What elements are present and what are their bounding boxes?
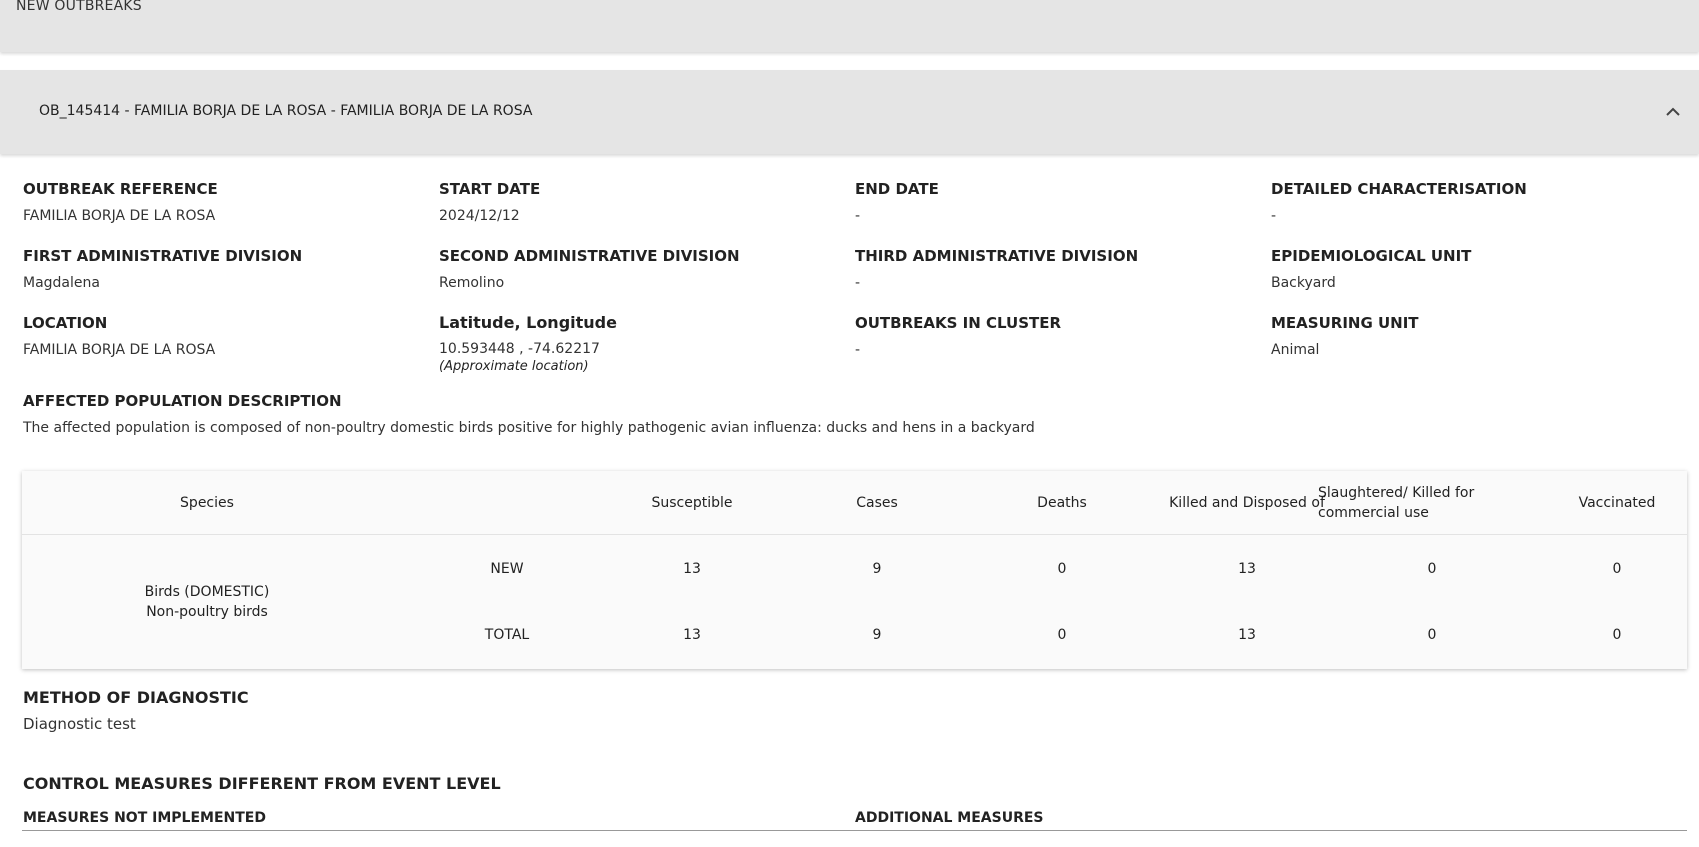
lat-long-label: Latitude, Longitude	[439, 313, 617, 332]
outbreak-accordion-header[interactable]: OB_145414 - FAMILIA BORJA DE LA ROSA - F…	[0, 70, 1699, 154]
outbreaks-in-cluster-field: OUTBREAKS IN CLUSTER -	[855, 314, 1061, 358]
section-title: NEW OUTBREAKS	[16, 0, 142, 14]
cell-susceptible: 13	[683, 561, 701, 577]
control-measures-title: CONTROL MEASURES DIFFERENT FROM EVENT LE…	[23, 774, 501, 793]
epidemiological-unit-value: Backyard	[1271, 275, 1336, 291]
location-value: FAMILIA BORJA DE LA ROSA	[23, 342, 216, 358]
new-outbreaks-section-header[interactable]: NEW OUTBREAKS	[0, 0, 1699, 52]
measuring-unit-value: Animal	[1271, 342, 1320, 358]
chevron-up-icon[interactable]	[1663, 102, 1683, 122]
cell-deaths: 0	[1057, 627, 1067, 643]
measuring-unit-field: MEASURING UNIT Animal	[1271, 314, 1419, 358]
cell-vaccinated: 0	[1612, 627, 1622, 643]
header-species: Species	[180, 495, 234, 511]
measures-not-implemented-field: MEASURES NOT IMPLEMENTED	[23, 810, 266, 826]
cell-susceptible: 13	[683, 627, 701, 643]
row-type: TOTAL	[484, 627, 530, 643]
affected-population-label: AFFECTED POPULATION DESCRIPTION	[23, 392, 342, 410]
first-admin-division-value: Magdalena	[23, 275, 100, 291]
species-table: Species Susceptible Cases Deaths Killed …	[22, 471, 1687, 669]
method-of-diagnostic-label: METHOD OF DIAGNOSTIC	[23, 688, 249, 707]
header-slaughtered: Slaughtered/ Killed for commercial use	[1318, 485, 1475, 521]
outbreaks-in-cluster-label: OUTBREAKS IN CLUSTER	[855, 314, 1062, 332]
method-of-diagnostic-field: METHOD OF DIAGNOSTIC Diagnostic test	[23, 688, 249, 733]
end-date-value: -	[855, 208, 861, 224]
third-admin-division-field: THIRD ADMINISTRATIVE DIVISION -	[855, 247, 1138, 291]
location-field: LOCATION FAMILIA BORJA DE LA ROSA	[23, 314, 215, 358]
measures-not-implemented-label: MEASURES NOT IMPLEMENTED	[23, 810, 266, 826]
second-admin-division-value: Remolino	[439, 275, 505, 291]
affected-population-value: The affected population is composed of n…	[23, 420, 1035, 436]
detailed-characterisation-field: DETAILED CHARACTERISATION -	[1271, 180, 1527, 224]
second-admin-division-label: SECOND ADMINISTRATIVE DIVISION	[439, 247, 740, 265]
species-name-cell: Birds (DOMESTIC) Non-poultry birds	[22, 582, 392, 622]
first-admin-division-label: FIRST ADMINISTRATIVE DIVISION	[23, 247, 303, 265]
outbreak-reference-label: OUTBREAK REFERENCE	[23, 180, 218, 198]
location-label: LOCATION	[23, 314, 108, 332]
species-line-2: Non-poultry birds	[146, 604, 268, 620]
outbreak-title: OB_145414 - FAMILIA BORJA DE LA ROSA - F…	[39, 103, 533, 119]
control-measures-section: CONTROL MEASURES DIFFERENT FROM EVENT LE…	[23, 774, 501, 793]
end-date-label: END DATE	[855, 180, 939, 198]
divider	[22, 830, 1687, 831]
cell-killed: 13	[1238, 561, 1256, 577]
lat-long-field: Latitude, Longitude 10.593448 , -74.6221…	[439, 313, 617, 374]
epidemiological-unit-field: EPIDEMIOLOGICAL UNIT Backyard	[1271, 247, 1471, 291]
first-admin-division-field: FIRST ADMINISTRATIVE DIVISION Magdalena	[23, 247, 302, 291]
cell-vaccinated: 0	[1612, 561, 1622, 577]
cell-killed: 13	[1238, 627, 1256, 643]
measuring-unit-label: MEASURING UNIT	[1271, 314, 1419, 332]
affected-population-field: AFFECTED POPULATION DESCRIPTION The affe…	[23, 392, 1035, 436]
detailed-characterisation-value: -	[1271, 208, 1277, 224]
additional-measures-field: ADDITIONAL MEASURES	[855, 810, 1044, 826]
cell-slaughtered: 0	[1427, 561, 1437, 577]
row-type: NEW	[490, 561, 524, 577]
third-admin-division-value: -	[855, 275, 861, 291]
lat-long-value: 10.593448 , -74.62217	[439, 341, 600, 357]
cell-deaths: 0	[1057, 561, 1067, 577]
end-date-field: END DATE -	[855, 180, 939, 224]
approximate-location-note: (Approximate location)	[439, 359, 589, 374]
third-admin-division-label: THIRD ADMINISTRATIVE DIVISION	[855, 247, 1139, 265]
start-date-value: 2024/12/12	[439, 208, 520, 224]
outbreaks-in-cluster-value: -	[855, 342, 861, 358]
method-of-diagnostic-value: Diagnostic test	[23, 715, 136, 733]
second-admin-division-field: SECOND ADMINISTRATIVE DIVISION Remolino	[439, 247, 740, 291]
outbreak-reference-value: FAMILIA BORJA DE LA ROSA	[23, 208, 216, 224]
start-date-field: START DATE 2024/12/12	[439, 180, 540, 224]
detailed-characterisation-label: DETAILED CHARACTERISATION	[1271, 180, 1527, 198]
start-date-label: START DATE	[439, 180, 541, 198]
cell-slaughtered: 0	[1427, 627, 1437, 643]
outbreak-reference-field: OUTBREAK REFERENCE FAMILIA BORJA DE LA R…	[23, 180, 218, 224]
table-header-row: Species Susceptible Cases Deaths Killed …	[22, 471, 1687, 535]
cell-cases: 9	[872, 561, 882, 577]
header-vaccinated: Vaccinated	[1578, 495, 1656, 511]
cell-cases: 9	[872, 627, 882, 643]
species-line-1: Birds (DOMESTIC)	[144, 584, 270, 600]
epidemiological-unit-label: EPIDEMIOLOGICAL UNIT	[1271, 247, 1472, 265]
additional-measures-label: ADDITIONAL MEASURES	[855, 810, 1044, 826]
